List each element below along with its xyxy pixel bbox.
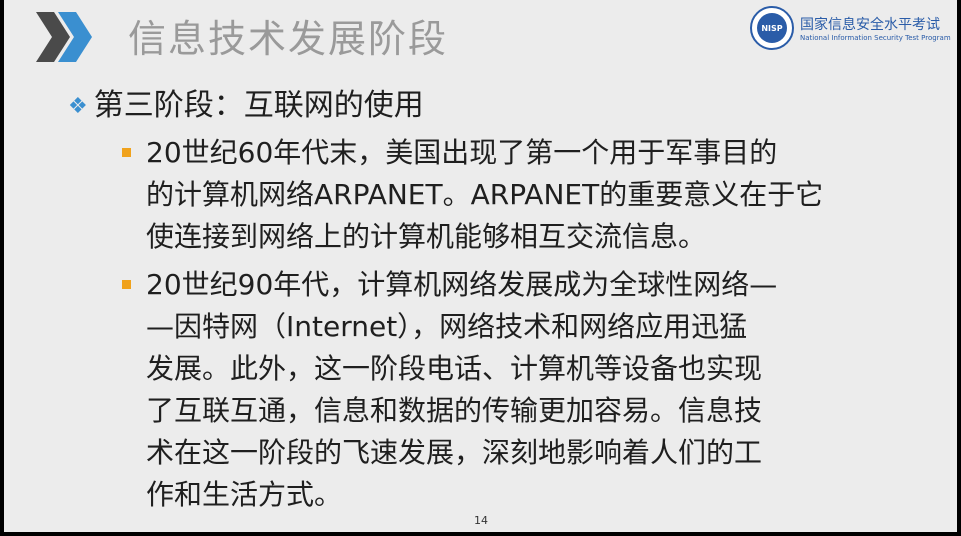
bullet-line: 20世纪60年代末，美国出现了第一个用于军事目的 [146,136,778,169]
slide-title: 信息技术发展阶段 [128,17,449,61]
logo-badge-text: NISP [761,24,782,33]
bullet-line: —因特网（Internet），网络技术和网络应用迅猛 [146,310,748,343]
bullet-text-1: 20世纪60年代末，美国出现了第一个用于军事目的 的计算机网络ARPANET。A… [146,132,916,258]
level1-heading: ❖ 第三阶段：互联网的使用 [68,84,908,129]
bullet-line: 发展。此外，这一阶段电话、计算机等设备也实现 [146,352,763,385]
bullet-line: 术在这一阶段的飞速发展，深刻地影响着人们的工 [146,436,763,469]
square-bullet-icon [122,280,131,289]
level1-text: 第三阶段：互联网的使用 [93,88,424,123]
page-number: 14 [474,514,488,527]
bullet-line: 使连接到网络上的计算机能够相互交流信息。 [146,220,707,253]
double-chevron-icon [36,12,92,62]
diamond-bullet-icon: ❖ [68,94,88,119]
bullet-line: 20世纪90年代，计算机网络发展成为全球性网络— [146,268,778,301]
slide-header: 信息技术发展阶段 NISP 国家信息安全水平考试 National Inform… [4,0,957,80]
logo-chinese-text: 国家信息安全水平考试 [800,17,940,33]
bullet-line: 作和生活方式。 [146,478,343,511]
slide: 信息技术发展阶段 NISP 国家信息安全水平考试 National Inform… [4,0,957,532]
logo-english-text: National Information Security Test Progr… [800,34,951,42]
nisp-logo: NISP 国家信息安全水平考试 National Information Sec… [750,4,951,54]
bullet-text-2: 20世纪90年代，计算机网络发展成为全球性网络— —因特网（Internet），… [146,264,916,516]
bullet-line: 了互联互通，信息和数据的传输更加容易。信息技 [146,394,763,427]
bullet-line: 的计算机网络ARPANET。ARPANET的重要意义在于它 [146,178,824,211]
nisp-emblem-icon: NISP [750,6,794,50]
square-bullet-icon [122,148,131,157]
